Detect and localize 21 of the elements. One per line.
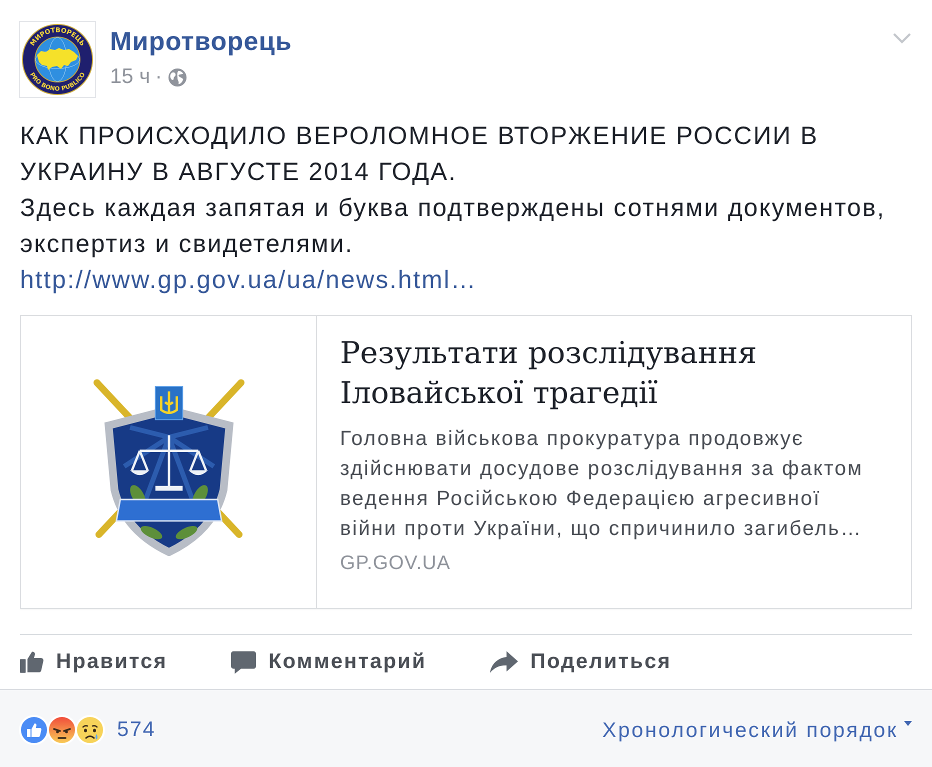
sad-face-icon[interactable] <box>75 715 105 745</box>
sort-dropdown[interactable]: Хронологический порядок <box>602 715 912 743</box>
post-text: Здесь каждая запятая и буква подтверждены сотнями документов, экспертиз и свидетелями. <box>20 193 886 260</box>
author-name[interactable]: Миротворець <box>110 25 292 57</box>
caret-icon <box>904 721 912 726</box>
preview-domain: GP.GOV.UA <box>340 551 452 576</box>
share-arrow-icon <box>490 651 518 673</box>
meta-separator: · <box>155 64 162 90</box>
link-preview-card[interactable] <box>20 315 912 609</box>
like-button[interactable]: Нравится <box>20 650 168 674</box>
angry-face-icon[interactable] <box>47 715 77 745</box>
comment-button[interactable]: Комментарий <box>231 650 426 674</box>
globe-icon[interactable] <box>168 68 188 86</box>
preview-title: Результати розслідування Іловайської трагедії <box>340 335 758 413</box>
share-button[interactable]: Поделиться <box>490 650 672 674</box>
post-link[interactable]: http://www.gp.gov.ua/ua/news.html… <box>20 262 478 298</box>
reaction-count[interactable]: 574 <box>117 718 156 742</box>
speech-bubble-icon <box>231 650 256 674</box>
post-text: КАК ПРОИСХОДИЛО ВЕРОЛОМНОЕ ВТОРЖЕНИЕ РОССИИ В УКРАИНУ В АВГУСТЕ 2014 ГОДА. <box>20 121 820 188</box>
preview-description: Головна військова прокуратура продовжує здійснювати досудове розслідування за фактом ведення Російською Федерацією агресивної війни проти України, що спричинило загибель… <box>340 426 864 542</box>
thumbs-up-icon <box>20 651 44 673</box>
